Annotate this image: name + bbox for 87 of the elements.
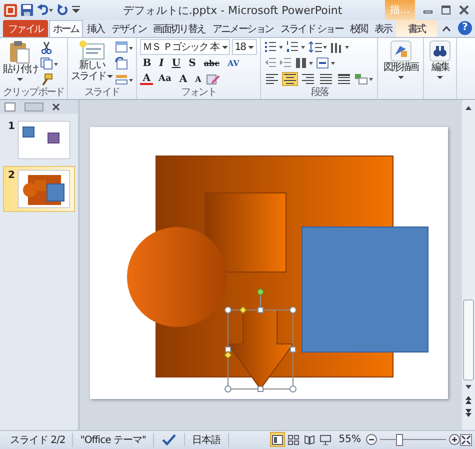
format-painter-icon[interactable]: [40, 73, 53, 86]
fit-to-window-icon[interactable]: [460, 434, 472, 446]
circle-shape[interactable]: [127, 226, 227, 327]
scissors-icon[interactable]: [40, 41, 53, 54]
slide-canvas[interactable]: [90, 126, 448, 399]
slide-thumbnail[interactable]: [18, 120, 70, 159]
ribbon-tab[interactable]: デザイン: [108, 20, 150, 38]
format-button[interactable]: I: [156, 56, 167, 70]
shapes-icon: [390, 40, 412, 62]
help-button[interactable]: ?: [458, 21, 472, 36]
alignment-button[interactable]: [282, 72, 298, 86]
ribbon-tab[interactable]: 校閲: [347, 20, 370, 38]
zoom-in-icon[interactable]: [449, 434, 460, 446]
font-size-button[interactable]: A: [140, 73, 154, 86]
vertical-scrollbar[interactable]: [462, 100, 475, 430]
window-title: デフォルトに.pptx - Microsoft PowerPoint: [122, 2, 344, 18]
app-logo-icon[interactable]: [4, 4, 17, 16]
selection-frame[interactable]: [224, 288, 296, 392]
slide-thumbnail-row[interactable]: 2: [3, 166, 75, 212]
view-button[interactable]: [270, 432, 285, 448]
zoom-slider-thumb[interactable]: [396, 434, 403, 446]
line-spacing-icon[interactable]: [308, 41, 328, 54]
section-icon[interactable]: [114, 73, 133, 86]
group-label: フォント: [180, 86, 217, 99]
font-name-field[interactable]: ＭＳ Ｐゴシック 本: [140, 39, 230, 56]
zoom-out-icon[interactable]: [366, 434, 377, 446]
group-label: 段落: [310, 86, 330, 99]
font-size-button[interactable]: Aa: [155, 72, 174, 86]
language-indicator: 日本語: [185, 432, 228, 447]
slide-thumbnail-row[interactable]: 1: [3, 116, 75, 163]
format-button[interactable]: S: [186, 56, 199, 70]
zoom-slider[interactable]: [380, 434, 446, 446]
alignment-button[interactable]: [336, 72, 352, 86]
ribbon-tab[interactable]: 表示: [371, 20, 395, 38]
group-label: スライド: [83, 86, 120, 99]
theme-name: "Office テーマ": [73, 432, 154, 447]
maximize-icon[interactable]: [441, 5, 451, 15]
ribbon-tab[interactable]: スライド ショー: [277, 20, 346, 38]
numbering-icon[interactable]: [286, 41, 306, 54]
format-button[interactable]: abc: [200, 56, 222, 70]
editing-button[interactable]: 編集: [427, 40, 454, 99]
group-label: クリップボード: [3, 86, 64, 99]
new-slide-icon: [78, 40, 105, 60]
file-tab[interactable]: ファイル: [3, 20, 48, 38]
format-button[interactable]: AV: [224, 56, 242, 70]
ribbon-tab[interactable]: アニメーション: [209, 20, 276, 38]
new-slide-button[interactable]: 新しい スライド: [70, 40, 113, 87]
slide-number: 2: [8, 170, 15, 181]
view-button[interactable]: [318, 432, 333, 448]
font-size-button[interactable]: A: [176, 72, 190, 86]
binoculars-icon: [429, 40, 452, 62]
font-size-field[interactable]: 18: [232, 39, 258, 56]
collapse-ribbon-icon[interactable]: [442, 26, 451, 32]
slide-indicator: スライド 2/2: [3, 432, 74, 447]
undo-icon[interactable]: [37, 4, 53, 16]
close-icon[interactable]: [459, 5, 469, 15]
shape-drawing-button[interactable]: 図形描画: [381, 40, 420, 99]
clipboard-icon: [9, 40, 32, 64]
align-text-icon[interactable]: [316, 57, 336, 70]
contextual-tab-group: 描…: [385, 0, 415, 20]
alignment-button[interactable]: [300, 72, 316, 86]
paste-button[interactable]: 貼り付け: [3, 40, 38, 87]
copy-icon[interactable]: [40, 57, 58, 70]
columns-icon[interactable]: [294, 57, 314, 70]
slide-thumbnail[interactable]: [18, 170, 70, 208]
format-button[interactable]: B: [140, 56, 154, 70]
ribbon-tab[interactable]: 画面切り替え: [150, 20, 208, 38]
ribbon-tab[interactable]: 挿入: [84, 20, 108, 38]
close-pane-icon[interactable]: [52, 102, 60, 111]
slides-tab-icon[interactable]: [4, 102, 16, 112]
layout-icon[interactable]: [114, 41, 133, 54]
text-direction-icon[interactable]: [330, 41, 350, 54]
redo-icon[interactable]: [57, 4, 68, 16]
customize-icon[interactable]: [72, 5, 80, 15]
ribbon-tab[interactable]: ホーム: [48, 20, 83, 38]
slide-number: 1: [8, 120, 15, 132]
ribbon-tab[interactable]: 書式: [396, 20, 438, 38]
font-size-button[interactable]: A: [192, 72, 204, 86]
bullets-icon[interactable]: [264, 41, 284, 54]
alignment-button[interactable]: [318, 72, 334, 86]
alignment-button[interactable]: [264, 72, 280, 86]
zoom-level[interactable]: 55%: [334, 434, 366, 446]
view-button[interactable]: [286, 432, 301, 448]
save-icon[interactable]: [21, 4, 33, 16]
clear-format-icon[interactable]: [206, 72, 220, 86]
format-button[interactable]: U: [168, 56, 184, 70]
reset-icon[interactable]: [114, 57, 128, 70]
